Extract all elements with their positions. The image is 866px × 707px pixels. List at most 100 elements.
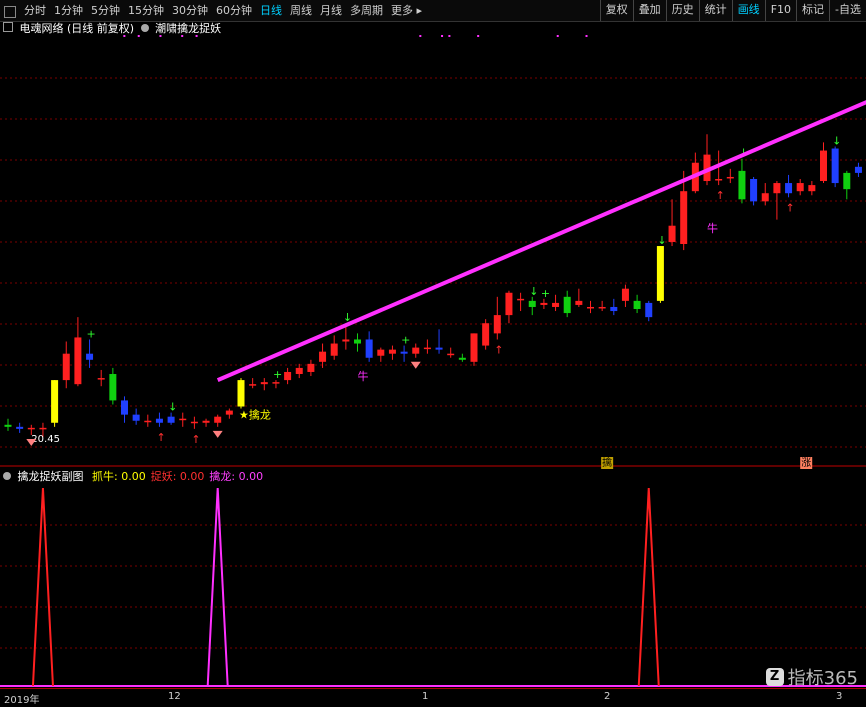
kline-chart[interactable]: 39.5520.45★擒龙牛牛↑↑↑↑↑↓↓↓↓↓↓↓++++擒涨 (0, 0, 866, 706)
candle-body (412, 348, 419, 354)
time-label-4: 3 (836, 691, 842, 702)
candle-body (377, 350, 384, 356)
stock-name: 电魂网络 (20, 22, 64, 35)
sub-series-2: 擒龙: 0.00 (209, 470, 263, 483)
top-dot (448, 35, 450, 37)
time-label-2: 1 (422, 691, 428, 702)
candle-body (657, 246, 664, 301)
candle-body (762, 193, 769, 201)
toolbar-button-2[interactable]: 历史 (666, 0, 699, 21)
candle-body (86, 354, 93, 360)
period-0[interactable]: 分时 (20, 0, 50, 21)
period-3[interactable]: 15分钟 (124, 0, 168, 21)
buy-arrow-icon: ↑ (786, 201, 795, 214)
toolbar-button-1[interactable]: 叠加 (633, 0, 666, 21)
bull-label: 牛 (707, 221, 718, 235)
candle-body (296, 368, 303, 374)
period-6[interactable]: 日线 (256, 0, 286, 21)
top-dot (441, 35, 443, 37)
candle-body (564, 297, 571, 313)
period-5[interactable]: 60分钟 (212, 0, 256, 21)
sub-indicator-icon[interactable] (3, 472, 11, 480)
candle-body (855, 167, 862, 173)
candle-body (307, 364, 314, 372)
period-2[interactable]: 5分钟 (87, 0, 124, 21)
top-dot (419, 35, 421, 37)
candle-body (156, 419, 163, 423)
candle-body (622, 289, 629, 301)
candle-body (51, 380, 58, 423)
candle-body (494, 315, 501, 333)
candle-body (261, 382, 268, 384)
indicator-name: 潮啸擒龙捉妖 (155, 22, 221, 35)
plus-mark: + (541, 287, 550, 300)
period-1[interactable]: 1分钟 (50, 0, 87, 21)
toolbar-button-5[interactable]: F10 (765, 0, 796, 21)
candle-body (5, 425, 12, 427)
chart-markers: 39.5520.45★擒龙牛牛↑↑↑↑↑↓↓↓↓↓↓↓++++擒涨 (26, 35, 866, 469)
sub-series-0: 抓牛: 0.00 (92, 470, 146, 483)
sell-arrow-icon: ↓ (657, 234, 666, 247)
plus-mark: + (87, 327, 96, 340)
period-8[interactable]: 月线 (316, 0, 346, 21)
chart-toggle-icon[interactable] (3, 22, 13, 32)
dragon-label: ★擒龙 (239, 408, 271, 422)
top-dot (477, 35, 479, 37)
candle-body (634, 301, 641, 309)
candle-body (797, 183, 804, 191)
candle-body (238, 380, 245, 406)
candle-body (109, 374, 116, 400)
candle-body (354, 339, 361, 343)
toolbar-button-3[interactable]: 统计 (699, 0, 732, 21)
toolbar-button-0[interactable]: 复权 (600, 0, 633, 21)
logo-text: 指标365 (788, 664, 858, 690)
candle-body (74, 337, 81, 384)
toolbar: 分时1分钟5分钟15分钟30分钟60分钟日线周线月线多周期更多 ▸ 复权叠加历史… (0, 0, 866, 22)
candle-body (727, 177, 734, 179)
candle-body (389, 350, 396, 354)
candle-body (226, 411, 233, 415)
toolbar-button-4[interactable]: 画线 (732, 0, 765, 21)
watermark-logo: Z 指标365 (766, 664, 858, 690)
indicator-icon[interactable] (141, 24, 149, 32)
sub-chart-title: 擒龙捉妖副图 抓牛: 0.00捉妖: 0.00擒龙: 0.00 (0, 469, 263, 485)
candle-body (482, 323, 489, 345)
buy-arrow-icon: ↑ (716, 189, 725, 202)
candle-body (319, 352, 326, 362)
trend-arrow-line[interactable] (218, 74, 866, 380)
candle-body (272, 382, 279, 384)
gem-icon (213, 431, 223, 438)
spike-3 (33, 488, 53, 686)
candle-body (715, 179, 722, 181)
candle-body (191, 422, 198, 424)
period-4[interactable]: 30分钟 (168, 0, 212, 21)
candle-body (331, 344, 338, 356)
logo-icon: Z (766, 668, 784, 686)
candles (5, 49, 866, 437)
sub-series-1: 捉妖: 0.00 (151, 470, 205, 483)
spike-18 (208, 488, 228, 686)
toolbar-button-7[interactable]: -自选 (829, 0, 866, 21)
candle-body (203, 421, 210, 423)
period-9[interactable]: 多周期 (346, 0, 387, 21)
candle-body (505, 293, 512, 315)
plus-mark: + (401, 334, 410, 347)
candle-body (459, 358, 466, 360)
candle-body (39, 428, 46, 430)
candle-body (342, 339, 349, 341)
period-7[interactable]: 周线 (286, 0, 316, 21)
time-label-3: 2 (604, 691, 610, 702)
time-axis: 2019年12123 (0, 688, 866, 707)
candle-body (680, 191, 687, 244)
candle-body (121, 400, 128, 414)
candle-body (447, 354, 454, 356)
toolbar-button-6[interactable]: 标记 (796, 0, 829, 21)
candle-body (168, 417, 175, 423)
chart-mode: (日线 前复权) (67, 22, 134, 35)
menu-icon[interactable] (4, 6, 16, 18)
top-dot (586, 35, 588, 37)
candle-body (436, 348, 443, 350)
candle-body (843, 173, 850, 189)
period-10[interactable]: 更多 ▸ (387, 0, 426, 21)
bull-label: 牛 (358, 369, 369, 383)
